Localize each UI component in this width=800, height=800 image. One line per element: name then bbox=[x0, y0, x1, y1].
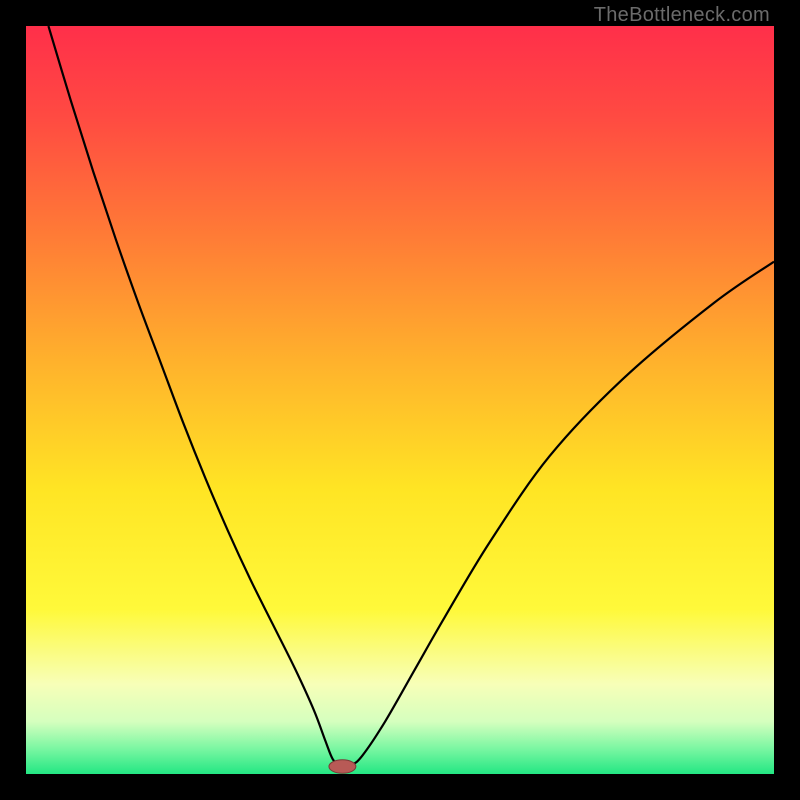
optimum-marker bbox=[329, 760, 356, 773]
gradient-background bbox=[26, 26, 774, 774]
bottleneck-chart bbox=[26, 26, 774, 774]
watermark-text: TheBottleneck.com bbox=[594, 4, 770, 27]
chart-frame: TheBottleneck.com bbox=[0, 0, 800, 800]
plot-area bbox=[26, 26, 774, 774]
